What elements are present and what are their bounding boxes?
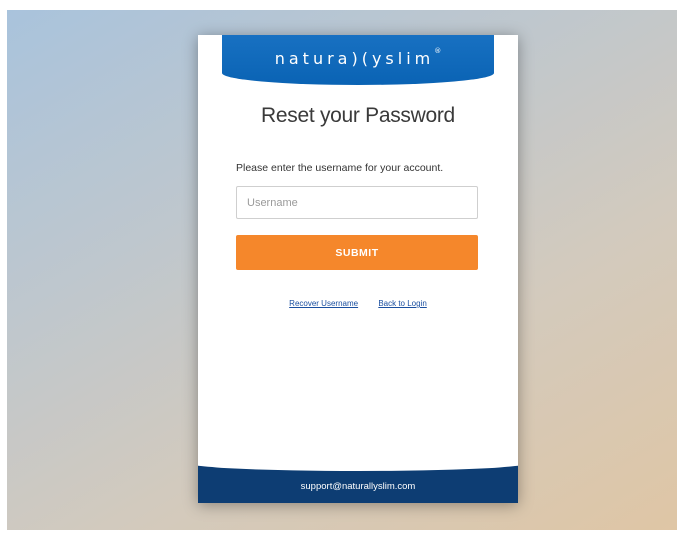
card-header: natura)(yslim® [222,35,494,85]
footer-curve [198,455,518,471]
instructions-text: Please enter the username for your accou… [236,162,444,174]
auth-links: Recover Username Back to Login [198,299,518,308]
page-title: Reset your Password [261,104,455,127]
naturallyslim-logo: natura)(yslim® [274,46,442,68]
recover-username-link[interactable]: Recover Username [289,299,358,308]
registered-mark: ® [434,46,442,55]
support-email-link[interactable]: support@naturallyslim.com [301,481,416,492]
reset-password-card: natura)(yslim® Reset your Password Pleas… [198,35,518,503]
submit-button[interactable]: SUBMIT [236,235,478,270]
username-input[interactable] [236,186,478,219]
card-footer: support@naturallyslim.com [198,455,518,503]
back-to-login-link[interactable]: Back to Login [378,299,426,308]
page-background: natura)(yslim® Reset your Password Pleas… [7,10,677,530]
